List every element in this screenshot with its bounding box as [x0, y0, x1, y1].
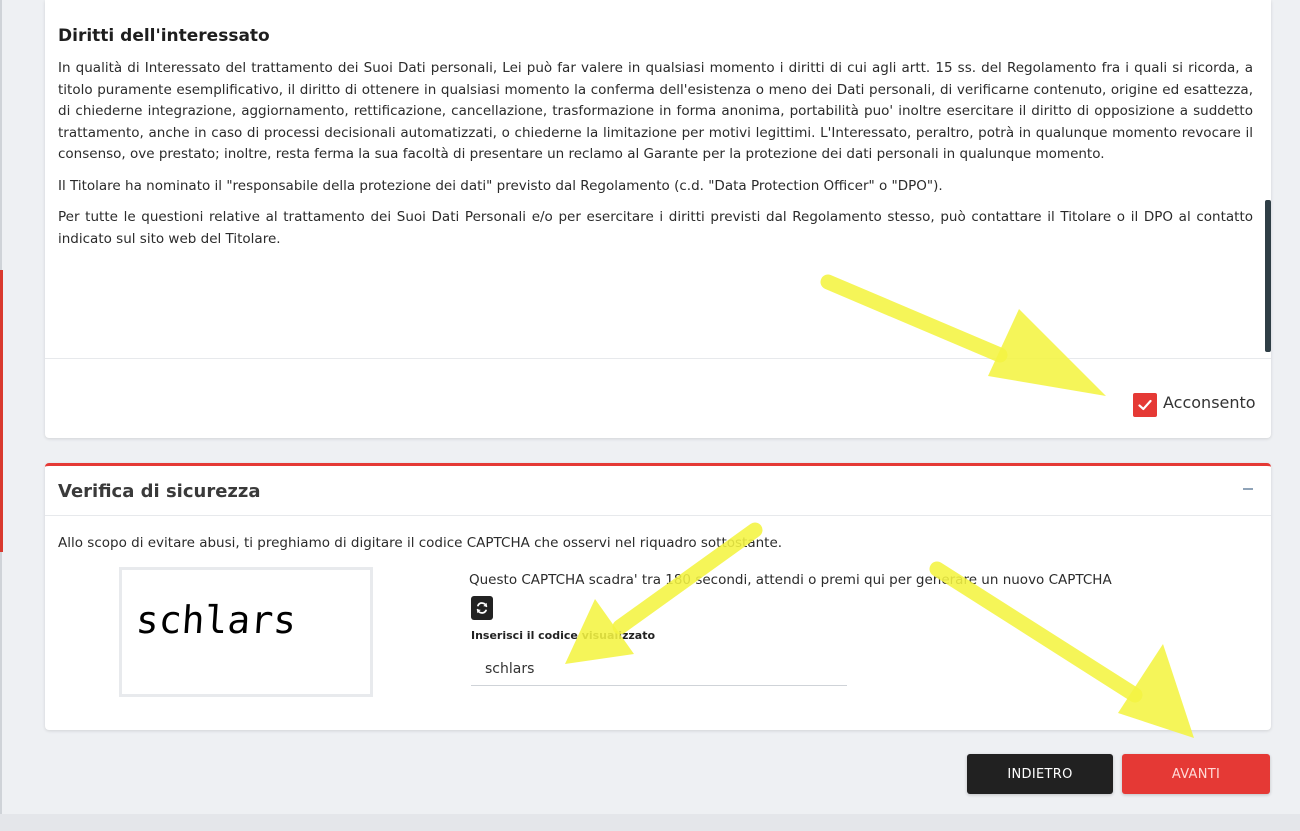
consent-paragraph-rights: In qualità di Interessato del trattament… [58, 60, 1253, 162]
next-button[interactable]: AVANTI [1122, 754, 1270, 794]
security-header: Verifica di sicurezza [45, 466, 1271, 516]
captcha-expiry-text: Questo CAPTCHA scadra' tra 180 secondi, … [469, 572, 1112, 588]
consent-paragraph-contact: Per tutte le questioni relative al tratt… [58, 209, 1253, 247]
security-title: Verifica di sicurezza [58, 481, 261, 502]
captcha-refresh-button[interactable] [471, 596, 493, 620]
page-left-accent [0, 270, 3, 552]
captcha-image: schlars [119, 567, 373, 697]
consent-scrollbar-thumb[interactable] [1265, 200, 1271, 352]
security-intro: Allo scopo di evitare abusi, ti preghiam… [58, 535, 783, 551]
consent-title: Diritti dell'interessato [58, 26, 270, 46]
captcha-input-label: Inserisci il codice visualizzato [471, 629, 656, 642]
consent-scroll-area[interactable]: Diritti dell'interessato In qualità di I… [45, 0, 1271, 358]
consent-paragraph-dpo: Il Titolare ha nominato il "responsabile… [58, 177, 943, 194]
consent-checkbox[interactable] [1133, 393, 1157, 417]
back-button[interactable]: INDIETRO [967, 754, 1113, 794]
consent-footer: Acconsento [45, 358, 1271, 438]
minus-icon[interactable] [1239, 480, 1259, 500]
consent-checkbox-label[interactable]: Acconsento [1163, 392, 1256, 414]
refresh-icon [476, 602, 488, 614]
consent-card: Diritti dell'interessato In qualità di I… [45, 0, 1271, 438]
check-icon [1138, 399, 1152, 411]
captcha-text: schlars [134, 598, 298, 642]
captcha-input[interactable] [471, 652, 847, 686]
security-card: Verifica di sicurezza Allo scopo di evit… [45, 463, 1271, 730]
page-bottom-band [0, 814, 1300, 831]
